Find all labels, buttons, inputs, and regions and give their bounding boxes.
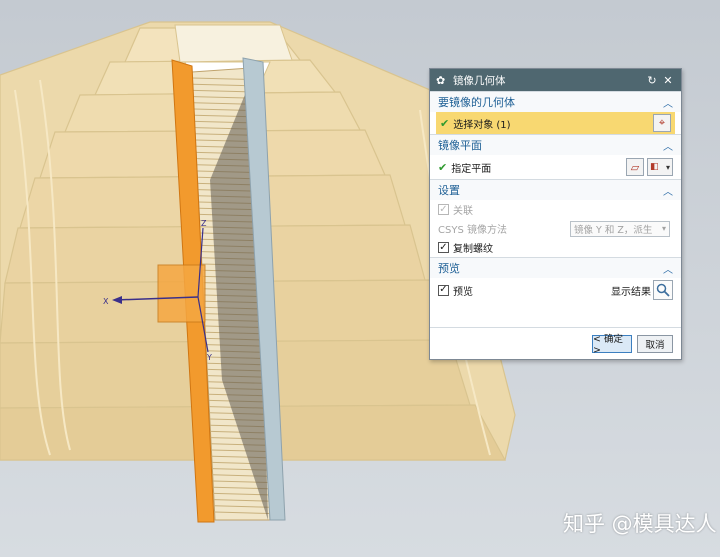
section-plane: 镜像平面 ︿ ✔ 指定平面 ▱ ◧ ▾ [430, 134, 681, 179]
checkmark-icon: ✔ [438, 160, 448, 174]
dialog-titlebar: ✿ 镜像几何体 ↻ ✕ [430, 69, 681, 91]
chevron-up-icon[interactable]: ︿ [663, 261, 673, 276]
csys-method-value: 镜像 Y 和 Z，派生 [574, 224, 653, 236]
axis-x-label: X [103, 297, 109, 306]
csys-method-label: CSYS 镜像方法 [438, 225, 507, 236]
csys-method-row: CSYS 镜像方法 镜像 Y 和 Z，派生 ▾ [430, 219, 681, 238]
section-geometry: 要镜像的几何体 ︿ ✔ 选择对象 (1) ⌖ [430, 91, 681, 134]
copy-thread-row[interactable]: ✓ 复制螺纹 [430, 238, 681, 257]
chevron-up-icon[interactable]: ︿ [663, 95, 673, 110]
crosshair-icon[interactable]: ⌖ [653, 114, 671, 132]
section-plane-title: 镜像平面 [438, 139, 482, 152]
chevron-up-icon[interactable]: ︿ [663, 138, 673, 153]
section-plane-header[interactable]: 镜像平面 ︿ [430, 135, 681, 155]
cancel-button[interactable]: 取消 [637, 334, 673, 353]
checkmark-icon: ✔ [440, 116, 450, 130]
plane-dialog-icon[interactable]: ▱ [626, 158, 644, 176]
show-result-label: 显示结果 [611, 286, 651, 298]
section-preview: 预览 ︿ ✓ 预览 显示结果 [430, 257, 681, 302]
specify-plane-label: 指定平面 [451, 163, 492, 175]
chevron-up-icon[interactable]: ︿ [663, 183, 673, 198]
preview-label: 预览 [453, 286, 473, 298]
preview-checkbox[interactable]: ✓ [438, 284, 449, 296]
associate-checkbox: ✓ [438, 203, 449, 215]
plane-type-dropdown[interactable]: ◧ ▾ [647, 158, 673, 176]
section-settings-title: 设置 [438, 184, 460, 197]
mirror-geometry-dialog: ✿ 镜像几何体 ↻ ✕ 要镜像的几何体 ︿ ✔ 选择对象 (1) ⌖ 镜像平面 … [429, 68, 682, 360]
section-settings: 设置 ︿ ✓ 关联 CSYS 镜像方法 镜像 Y 和 Z，派生 ▾ ✓ 复制螺纹 [430, 179, 681, 257]
preview-row: ✓ 预览 显示结果 [430, 278, 681, 302]
section-preview-header[interactable]: 预览 ︿ [430, 258, 681, 278]
section-preview-title: 预览 [438, 262, 460, 275]
associate-row: ✓ 关联 [430, 200, 681, 219]
magnifier-icon [656, 283, 670, 297]
specify-plane-row[interactable]: ✔ 指定平面 ▱ ◧ ▾ [430, 155, 681, 179]
plane-icon: ◧ [650, 162, 659, 172]
show-result-button[interactable] [653, 280, 673, 300]
dialog-title: 镜像几何体 [453, 74, 506, 87]
axis-z-label: Z [201, 219, 207, 228]
select-object-label: 选择对象 (1) [453, 119, 511, 131]
dialog-footer: < 确定 > 取消 [430, 327, 681, 359]
csys-method-select: 镜像 Y 和 Z，派生 ▾ [570, 220, 670, 237]
close-icon[interactable]: ✕ [661, 74, 675, 87]
watermark-text: 知乎 @模具达人 [563, 512, 717, 536]
axis-y-label: Y [206, 353, 212, 362]
reset-icon[interactable]: ↻ [645, 74, 659, 87]
section-geometry-header[interactable]: 要镜像的几何体 ︿ [430, 92, 681, 112]
section-settings-header[interactable]: 设置 ︿ [430, 180, 681, 200]
copy-thread-checkbox[interactable]: ✓ [438, 242, 449, 253]
dropdown-arrow-icon: ▾ [661, 224, 666, 233]
copy-thread-label: 复制螺纹 [453, 244, 493, 255]
select-object-row[interactable]: ✔ 选择对象 (1) ⌖ [436, 112, 675, 134]
section-geometry-title: 要镜像的几何体 [438, 96, 515, 109]
gear-icon: ✿ [436, 73, 446, 87]
dropdown-arrow-icon: ▾ [665, 162, 670, 172]
associate-label: 关联 [453, 206, 473, 217]
ok-button[interactable]: < 确定 > [592, 334, 632, 356]
